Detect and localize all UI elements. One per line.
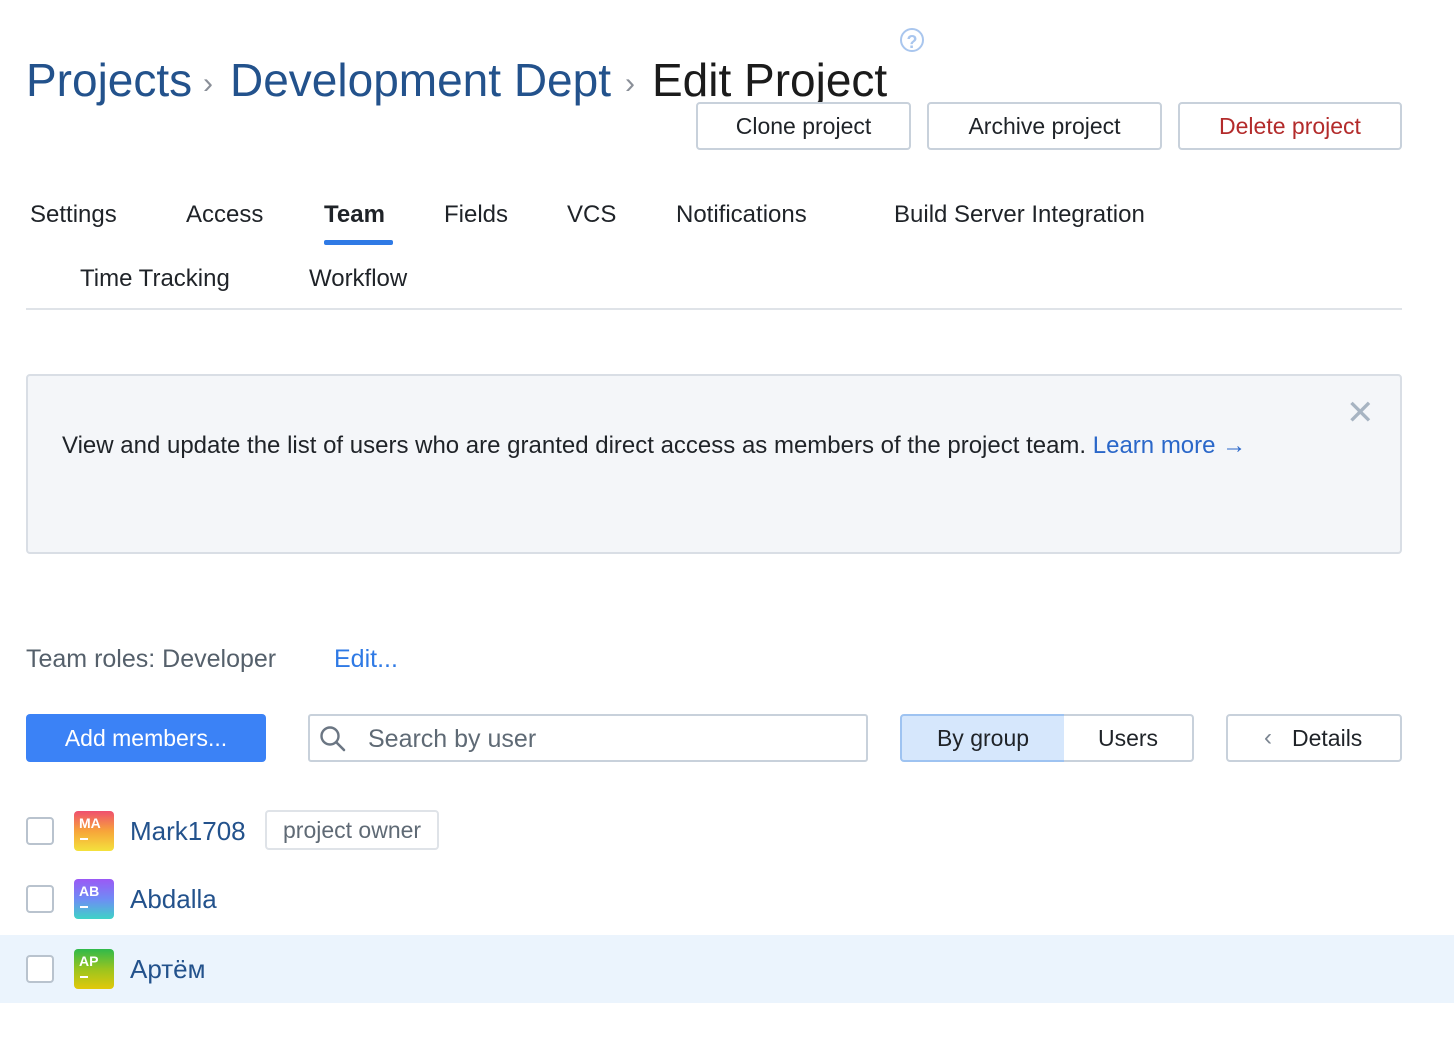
tab-fields[interactable]: Fields (444, 199, 508, 231)
banner-text: View and update the list of users who ar… (62, 426, 1322, 466)
tab-vcs[interactable]: VCS (567, 199, 616, 231)
breadcrumb-separator: › (625, 67, 635, 100)
add-members-button[interactable]: Add members... (26, 714, 266, 762)
tabs-divider (26, 308, 1402, 310)
archive-project-button[interactable]: Archive project (927, 102, 1162, 150)
member-checkbox[interactable] (26, 955, 54, 983)
team-roles-label: Team roles: Developer (26, 645, 277, 673)
member-checkbox[interactable] (26, 885, 54, 913)
tab-team[interactable]: Team (324, 199, 385, 231)
tab-build-server-integration[interactable]: Build Server Integration (894, 199, 1145, 231)
member-row: AB Abdalla (0, 865, 1454, 933)
breadcrumb-separator: › (203, 67, 213, 100)
member-name-link[interactable]: Abdalla (130, 879, 217, 919)
help-icon[interactable]: ? (900, 28, 924, 52)
info-banner: View and update the list of users who ar… (26, 374, 1402, 554)
details-label: Details (1292, 725, 1363, 751)
member-name-link[interactable]: Mark1708 (130, 811, 246, 851)
project-owner-badge: project owner (265, 810, 440, 850)
users-toggle[interactable]: Users (1064, 714, 1194, 762)
member-name-link[interactable]: Артём (130, 949, 205, 989)
tab-workflow[interactable]: Workflow (309, 263, 407, 295)
learn-more-link[interactable]: Learn more → (1093, 432, 1246, 459)
member-row: AP Артём (0, 935, 1454, 1003)
details-button[interactable]: ‹ Details (1226, 714, 1402, 762)
edit-team-roles-link[interactable]: Edit... (334, 642, 398, 676)
banner-message: View and update the list of users who ar… (62, 432, 1087, 459)
page-title: Edit Project (652, 54, 888, 106)
breadcrumb-projects-link[interactable]: Projects (26, 50, 192, 110)
chevron-left-icon: ‹ (1264, 724, 1272, 751)
avatar: AB (74, 879, 114, 919)
search-box (308, 714, 868, 762)
tab-settings[interactable]: Settings (30, 199, 117, 231)
avatar: MA (74, 811, 114, 851)
close-icon[interactable]: ✕ (1346, 396, 1375, 430)
tab-notifications[interactable]: Notifications (676, 199, 807, 231)
active-tab-indicator (324, 240, 393, 245)
by-group-toggle[interactable]: By group (900, 714, 1066, 762)
member-checkbox[interactable] (26, 817, 54, 845)
search-icon (320, 726, 346, 752)
tab-time-tracking[interactable]: Time Tracking (80, 263, 230, 295)
tab-access[interactable]: Access (186, 199, 263, 231)
search-input[interactable] (366, 716, 850, 762)
breadcrumb-development-dept-link[interactable]: Development Dept (230, 50, 611, 110)
delete-project-button[interactable]: Delete project (1178, 102, 1402, 150)
avatar: AP (74, 949, 114, 989)
member-row: MA Mark1708 project owner (0, 797, 1454, 865)
clone-project-button[interactable]: Clone project (696, 102, 911, 150)
